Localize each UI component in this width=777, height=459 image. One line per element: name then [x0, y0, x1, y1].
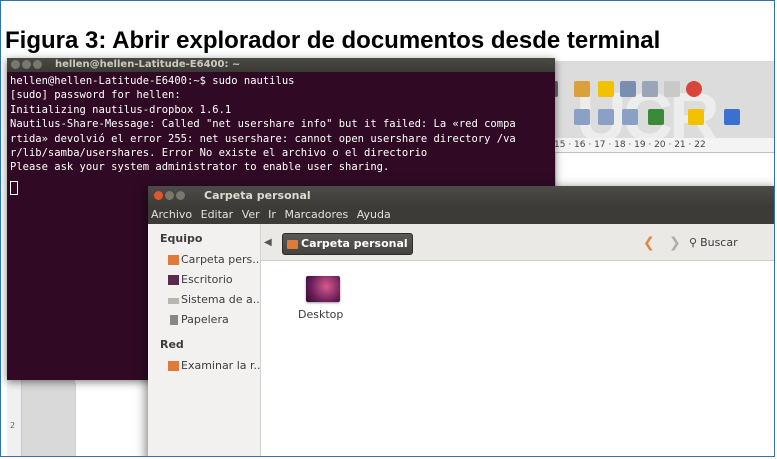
terminal-cursor: [10, 180, 18, 195]
sidebar-item-label: Sistema de a...: [181, 293, 260, 306]
sidebar-header-equipo: Equipo: [160, 232, 203, 245]
plus-icon[interactable]: [598, 81, 614, 97]
maximize-icon[interactable]: [33, 60, 42, 69]
file-manager-window[interactable]: Carpeta personal Archivo Editar Ver Ir M…: [148, 186, 774, 456]
close-icon[interactable]: [154, 191, 163, 200]
indent-decrease-icon[interactable]: [598, 109, 614, 125]
menu-marcadores[interactable]: Marcadores: [284, 208, 348, 221]
sidebar-item-label: Papelera: [181, 313, 229, 326]
background-document-area: [21, 379, 75, 456]
figure-caption: Figura 3: Abrir explorador de documentos…: [5, 27, 661, 54]
path-scroll-left-icon[interactable]: ◀: [264, 233, 274, 253]
back-icon[interactable]: ❮: [643, 233, 655, 253]
menu-ayuda[interactable]: Ayuda: [357, 208, 391, 221]
terminal-line: Initializing nautilus-dropbox 1.6.1: [10, 103, 232, 116]
align-icon[interactable]: [574, 109, 590, 125]
maximize-icon[interactable]: [176, 191, 185, 200]
forward-icon[interactable]: ❯: [669, 233, 681, 253]
desktop-folder-icon[interactable]: [306, 276, 340, 302]
document-page-left: [75, 383, 148, 456]
image-icon[interactable]: [642, 81, 658, 97]
file-manager-titlebar[interactable]: Carpeta personal: [148, 186, 774, 206]
menu-editar[interactable]: Editar: [201, 208, 234, 221]
background-color-icon[interactable]: [724, 109, 740, 125]
sidebar-item-escritorio[interactable]: Escritorio: [148, 270, 260, 290]
horizontal-ruler: 15 · 16 · 17 · 18 · 19 · 20 · 21 · 22: [554, 138, 774, 153]
table-icon[interactable]: [620, 81, 636, 97]
search-icon: ⚲: [689, 236, 698, 249]
terminal-titlebar[interactable]: hellen@hellen-Latitude-E6400: ~: [7, 58, 555, 72]
indent-increase-icon[interactable]: [622, 109, 638, 125]
close-icon[interactable]: [11, 60, 20, 69]
file-view[interactable]: Desktop: [261, 261, 774, 456]
drive-icon: [168, 298, 179, 304]
trash-icon: [170, 315, 178, 325]
pilcrow-icon[interactable]: [664, 81, 680, 97]
search-button[interactable]: ⚲ Buscar: [689, 233, 738, 253]
sidebar-item-label: Examinar la r...: [181, 359, 260, 372]
sidebar-item-examinar-la-red[interactable]: Examinar la r...: [148, 356, 260, 376]
terminal-line: [sudo] password for hellen:: [10, 89, 181, 102]
minimize-icon[interactable]: [22, 60, 31, 69]
terminal-line: rtida» devolvió el error 255: net usersh…: [10, 132, 516, 145]
home-folder-icon: [168, 255, 179, 265]
vertical-ruler: 2: [7, 379, 22, 456]
file-manager-title: Carpeta personal: [204, 189, 311, 202]
sidebar-header-red: Red: [160, 338, 184, 351]
terminal-line: r/lib/samba/usershares. Error No existe …: [10, 147, 428, 160]
minimize-icon[interactable]: [165, 191, 174, 200]
location-toolbar: ◀ Carpeta personal ❮ ❯ ⚲ Buscar: [261, 224, 774, 261]
terminal-line: Please ask your system administrator to …: [10, 161, 390, 174]
terminal-title: hellen@hellen-Latitude-E6400: ~: [55, 59, 241, 70]
path-button-carpeta-personal[interactable]: Carpeta personal: [282, 233, 413, 255]
network-icon: [168, 361, 179, 371]
sidebar-item-label: Escritorio: [181, 273, 233, 286]
menu-ir[interactable]: Ir: [268, 208, 276, 221]
search-label: Buscar: [700, 236, 738, 249]
sidebar-item-sistema-de-archivos[interactable]: Sistema de a...: [148, 290, 260, 310]
menu-bar: Archivo Editar Ver Ir Marcadores Ayuda: [148, 206, 774, 224]
pen-icon[interactable]: [574, 81, 590, 97]
terminal-line: hellen@hellen-Latitude-E6400:~$ sudo nau…: [10, 75, 295, 87]
sidebar-item-carpeta-personal[interactable]: Carpeta pers...: [148, 250, 260, 270]
highlight-icon[interactable]: [688, 109, 704, 125]
lifebuoy-icon[interactable]: [686, 81, 702, 97]
path-label: Carpeta personal: [301, 237, 408, 250]
sidebar: Equipo Carpeta pers... Escritorio Sistem…: [148, 224, 261, 456]
desktop-icon: [168, 275, 179, 285]
file-label[interactable]: Desktop: [298, 308, 343, 321]
menu-ver[interactable]: Ver: [242, 208, 260, 221]
ruler-mark: 2: [10, 421, 16, 430]
home-folder-icon: [287, 239, 298, 249]
figure-frame: UCR 15 · 16 · 17 · 18 · 19 · 20 · 21 · 2…: [0, 0, 775, 457]
font-color-icon[interactable]: [648, 109, 664, 125]
background-toolbar: [554, 81, 774, 131]
sidebar-item-label: Carpeta pers...: [181, 253, 260, 266]
sidebar-item-papelera[interactable]: Papelera: [148, 310, 260, 330]
terminal-line: Nautilus-Share-Message: Called "net user…: [10, 118, 516, 131]
